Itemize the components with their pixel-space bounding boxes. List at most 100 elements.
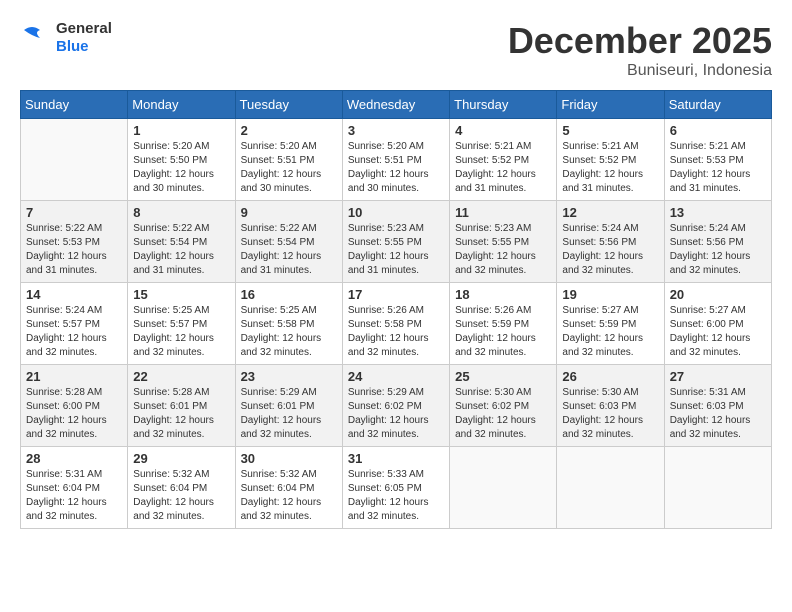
day-number: 14	[26, 287, 122, 302]
calendar-cell: 10 Sunrise: 5:23 AMSunset: 5:55 PMDayligh…	[342, 201, 449, 283]
day-info: Sunrise: 5:31 AMSunset: 6:03 PMDaylight:…	[670, 386, 766, 442]
day-number: 23	[241, 369, 337, 384]
weekday-header-friday: Friday	[557, 91, 664, 119]
day-info: Sunrise: 5:32 AMSunset: 6:04 PMDaylight:…	[133, 468, 229, 524]
calendar-cell	[664, 447, 771, 529]
calendar-cell: 19Sunrise: 5:27 AMSunset: 5:59 PMDayligh…	[557, 283, 664, 365]
calendar-cell: 6 Sunrise: 5:21 AMSunset: 5:53 PMDaylight…	[664, 119, 771, 201]
day-info: Sunrise: 5:32 AMSunset: 6:04 PMDaylight:…	[241, 468, 337, 524]
day-number: 13	[670, 205, 766, 220]
calendar-cell: 3Sunrise: 5:20 AMSunset: 5:51 PMDaylight…	[342, 119, 449, 201]
calendar-cell: 12 Sunrise: 5:24 AMSunset: 5:56 PMDayligh…	[557, 201, 664, 283]
weekday-header-wednesday: Wednesday	[342, 91, 449, 119]
day-info: Sunrise: 5:24 AMSunset: 5:56 PMDaylight:…	[670, 222, 766, 278]
calendar-cell: 25Sunrise: 5:30 AMSunset: 6:02 PMDayligh…	[450, 365, 557, 447]
logo-bird-icon	[20, 22, 52, 54]
day-number: 19	[562, 287, 658, 302]
logo-text: General Blue	[56, 20, 112, 56]
calendar-cell: 4Sunrise: 5:21 AMSunset: 5:52 PMDaylight…	[450, 119, 557, 201]
day-info: Sunrise: 5:22 AMSunset: 5:54 PMDaylight:…	[133, 222, 229, 278]
calendar-cell: 30 Sunrise: 5:32 AMSunset: 6:04 PMDayligh…	[235, 447, 342, 529]
day-number: 24	[348, 369, 444, 384]
calendar-cell: 5 Sunrise: 5:21 AMSunset: 5:52 PMDaylight…	[557, 119, 664, 201]
calendar-cell: 18Sunrise: 5:26 AMSunset: 5:59 PMDayligh…	[450, 283, 557, 365]
day-number: 12	[562, 205, 658, 220]
calendar-cell: 14 Sunrise: 5:24 AMSunset: 5:57 PMDayligh…	[21, 283, 128, 365]
calendar-cell	[450, 447, 557, 529]
calendar-cell: 21Sunrise: 5:28 AMSunset: 6:00 PMDayligh…	[21, 365, 128, 447]
calendar-cell: 7Sunrise: 5:22 AMSunset: 5:53 PMDaylight…	[21, 201, 128, 283]
day-info: Sunrise: 5:21 AMSunset: 5:53 PMDaylight:…	[670, 140, 766, 196]
weekday-header-row: SundayMondayTuesdayWednesdayThursdayFrid…	[21, 91, 772, 119]
day-number: 10	[348, 205, 444, 220]
day-number: 26	[562, 369, 658, 384]
day-info: Sunrise: 5:25 AMSunset: 5:57 PMDaylight:…	[133, 304, 229, 360]
day-number: 7	[26, 205, 122, 220]
day-info: Sunrise: 5:26 AMSunset: 5:59 PMDaylight:…	[455, 304, 551, 360]
calendar-cell: 27 Sunrise: 5:31 AMSunset: 6:03 PMDayligh…	[664, 365, 771, 447]
day-info: Sunrise: 5:24 AMSunset: 5:56 PMDaylight:…	[562, 222, 658, 278]
day-info: Sunrise: 5:29 AMSunset: 6:02 PMDaylight:…	[348, 386, 444, 442]
day-info: Sunrise: 5:24 AMSunset: 5:57 PMDaylight:…	[26, 304, 122, 360]
day-number: 2	[241, 123, 337, 138]
day-number: 31	[348, 451, 444, 466]
day-number: 30	[241, 451, 337, 466]
day-info: Sunrise: 5:30 AMSunset: 6:03 PMDaylight:…	[562, 386, 658, 442]
calendar-row: 21Sunrise: 5:28 AMSunset: 6:00 PMDayligh…	[21, 365, 772, 447]
calendar-cell: 11Sunrise: 5:23 AMSunset: 5:55 PMDayligh…	[450, 201, 557, 283]
day-number: 11	[455, 205, 551, 220]
weekday-header-sunday: Sunday	[21, 91, 128, 119]
day-info: Sunrise: 5:30 AMSunset: 6:02 PMDaylight:…	[455, 386, 551, 442]
calendar-cell: 16 Sunrise: 5:25 AMSunset: 5:58 PMDayligh…	[235, 283, 342, 365]
location: Buniseuri, Indonesia	[508, 62, 772, 80]
day-number: 4	[455, 123, 551, 138]
logo-container: General Blue	[20, 20, 112, 56]
day-info: Sunrise: 5:26 AMSunset: 5:58 PMDaylight:…	[348, 304, 444, 360]
day-info: Sunrise: 5:21 AMSunset: 5:52 PMDaylight:…	[562, 140, 658, 196]
calendar-cell: 31 Sunrise: 5:33 AMSunset: 6:05 PMDayligh…	[342, 447, 449, 529]
calendar-row: 1 Sunrise: 5:20 AMSunset: 5:50 PMDaylight…	[21, 119, 772, 201]
day-number: 21	[26, 369, 122, 384]
day-number: 20	[670, 287, 766, 302]
day-number: 1	[133, 123, 229, 138]
calendar-cell: 13 Sunrise: 5:24 AMSunset: 5:56 PMDayligh…	[664, 201, 771, 283]
day-info: Sunrise: 5:33 AMSunset: 6:05 PMDaylight:…	[348, 468, 444, 524]
day-number: 16	[241, 287, 337, 302]
day-number: 27	[670, 369, 766, 384]
day-number: 28	[26, 451, 122, 466]
day-number: 8	[133, 205, 229, 220]
calendar-cell: 24 Sunrise: 5:29 AMSunset: 6:02 PMDayligh…	[342, 365, 449, 447]
day-info: Sunrise: 5:20 AMSunset: 5:51 PMDaylight:…	[241, 140, 337, 196]
day-info: Sunrise: 5:27 AMSunset: 6:00 PMDaylight:…	[670, 304, 766, 360]
weekday-header-saturday: Saturday	[664, 91, 771, 119]
day-info: Sunrise: 5:22 AMSunset: 5:54 PMDaylight:…	[241, 222, 337, 278]
calendar-row: 28 Sunrise: 5:31 AMSunset: 6:04 PMDayligh…	[21, 447, 772, 529]
day-number: 5	[562, 123, 658, 138]
day-info: Sunrise: 5:25 AMSunset: 5:58 PMDaylight:…	[241, 304, 337, 360]
calendar-cell	[557, 447, 664, 529]
day-info: Sunrise: 5:29 AMSunset: 6:01 PMDaylight:…	[241, 386, 337, 442]
day-info: Sunrise: 5:20 AMSunset: 5:50 PMDaylight:…	[133, 140, 229, 196]
calendar-cell: 23 Sunrise: 5:29 AMSunset: 6:01 PMDayligh…	[235, 365, 342, 447]
calendar-cell: 1 Sunrise: 5:20 AMSunset: 5:50 PMDaylight…	[128, 119, 235, 201]
calendar-cell: 28 Sunrise: 5:31 AMSunset: 6:04 PMDayligh…	[21, 447, 128, 529]
day-number: 15	[133, 287, 229, 302]
logo: General Blue	[20, 20, 112, 56]
calendar-cell: 22Sunrise: 5:28 AMSunset: 6:01 PMDayligh…	[128, 365, 235, 447]
day-info: Sunrise: 5:31 AMSunset: 6:04 PMDaylight:…	[26, 468, 122, 524]
day-number: 9	[241, 205, 337, 220]
calendar-cell: 17Sunrise: 5:26 AMSunset: 5:58 PMDayligh…	[342, 283, 449, 365]
day-number: 22	[133, 369, 229, 384]
calendar-row: 7Sunrise: 5:22 AMSunset: 5:53 PMDaylight…	[21, 201, 772, 283]
page-header: General Blue December 2025 Buniseuri, In…	[20, 20, 772, 80]
calendar-table: SundayMondayTuesdayWednesdayThursdayFrid…	[20, 90, 772, 529]
calendar-cell: 8 Sunrise: 5:22 AMSunset: 5:54 PMDaylight…	[128, 201, 235, 283]
month-title: December 2025	[508, 20, 772, 62]
calendar-cell: 15 Sunrise: 5:25 AMSunset: 5:57 PMDayligh…	[128, 283, 235, 365]
day-number: 6	[670, 123, 766, 138]
day-info: Sunrise: 5:23 AMSunset: 5:55 PMDaylight:…	[348, 222, 444, 278]
calendar-cell	[21, 119, 128, 201]
calendar-cell: 29Sunrise: 5:32 AMSunset: 6:04 PMDayligh…	[128, 447, 235, 529]
calendar-cell: 9 Sunrise: 5:22 AMSunset: 5:54 PMDaylight…	[235, 201, 342, 283]
day-number: 3	[348, 123, 444, 138]
